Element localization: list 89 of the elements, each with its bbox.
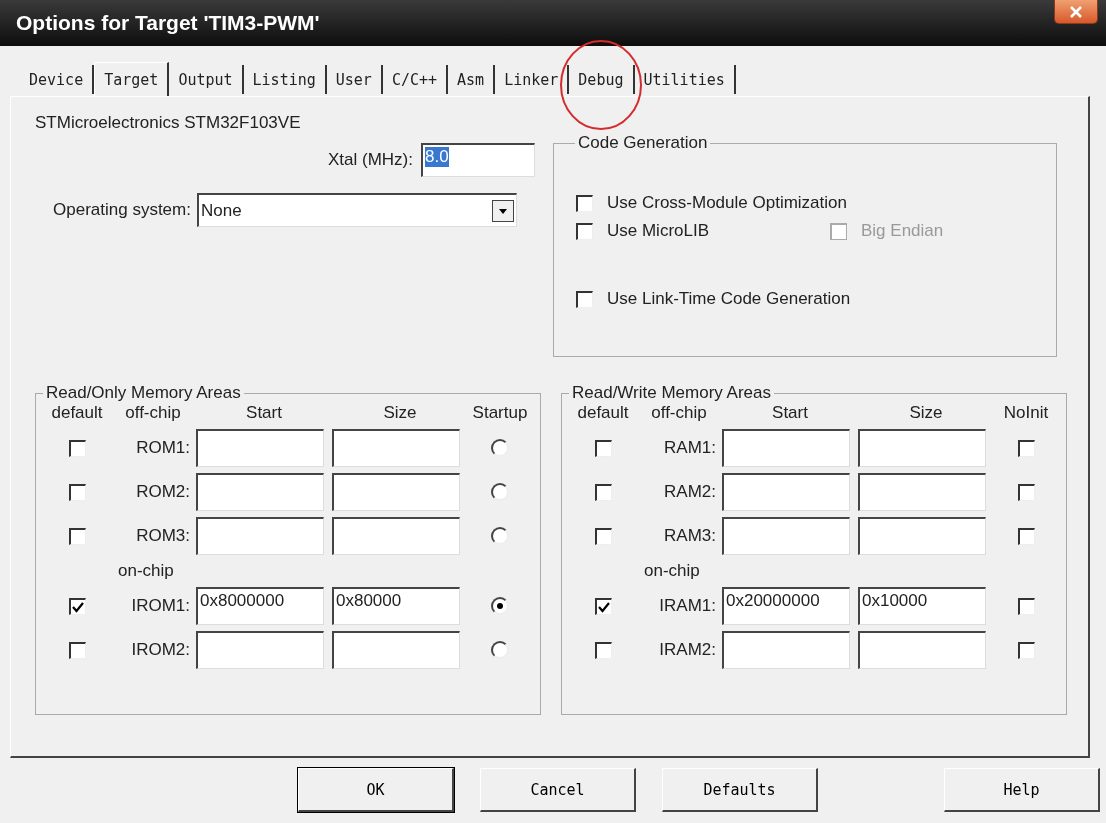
size-field[interactable] <box>858 429 986 467</box>
column-header: Startup <box>471 403 529 423</box>
section-label: on-chip <box>117 561 175 581</box>
checkbox[interactable] <box>594 641 612 659</box>
group-title: Read/Only Memory Areas <box>45 383 242 403</box>
tab[interactable]: Utilities <box>634 65 736 94</box>
radio-button[interactable] <box>491 439 509 457</box>
checkbox[interactable]: Use Cross-Module Optimization <box>576 193 847 213</box>
area-label: ROM1: <box>135 438 191 458</box>
xtal-field[interactable]: 8.0 <box>421 143 535 177</box>
checkbox[interactable] <box>1017 641 1035 659</box>
area-label: RAM1: <box>663 438 717 458</box>
start-field[interactable]: 0x8000000 <box>196 587 324 625</box>
checkbox[interactable] <box>594 527 612 545</box>
column-header: Start <box>245 403 283 423</box>
size-field[interactable] <box>858 473 986 511</box>
dropdown-icon <box>491 199 514 222</box>
tab[interactable]: Linker <box>495 65 570 94</box>
checkbox[interactable]: Use MicroLIB <box>576 221 830 241</box>
area-label: ROM3: <box>135 526 191 546</box>
area-label: IROM1: <box>130 596 191 616</box>
tab[interactable]: Output <box>169 65 244 94</box>
tab[interactable]: User <box>326 65 383 94</box>
start-field[interactable]: 0x20000000 <box>722 587 850 625</box>
area-label: IRAM2: <box>658 640 717 660</box>
start-field[interactable] <box>722 517 850 555</box>
checkbox[interactable] <box>594 439 612 457</box>
column-header: Size <box>908 403 944 423</box>
column-header: NoInit <box>1002 403 1050 423</box>
radio-button[interactable] <box>491 527 509 545</box>
size-field[interactable] <box>332 473 460 511</box>
tab[interactable]: C/C++ <box>382 65 449 94</box>
dialog-button[interactable]: Defaults <box>662 768 818 812</box>
close-icon <box>1068 5 1084 18</box>
area-label: ROM2: <box>135 482 191 502</box>
size-field[interactable] <box>858 631 986 669</box>
checkbox[interactable] <box>68 483 86 501</box>
start-field[interactable] <box>196 473 324 511</box>
tab[interactable]: Target <box>94 62 170 96</box>
device-name: STMicroelectronics STM32F103VE <box>35 113 302 133</box>
start-field[interactable] <box>722 631 850 669</box>
checkbox[interactable] <box>594 597 612 615</box>
checkbox[interactable]: Use Link-Time Code Generation <box>576 289 851 309</box>
xtal-label: Xtal (MHz): <box>328 150 413 170</box>
size-field[interactable]: 0x80000 <box>332 587 460 625</box>
start-field[interactable] <box>722 473 850 511</box>
tab[interactable]: Asm <box>448 65 496 94</box>
area-label: IROM2: <box>130 640 191 660</box>
area-label: RAM3: <box>663 526 717 546</box>
checkbox[interactable] <box>1017 597 1035 615</box>
radio-button[interactable] <box>491 597 509 615</box>
checkbox[interactable] <box>1017 439 1035 457</box>
column-header: off-chip <box>124 403 182 423</box>
window-title: Options for Target 'TIM3-PWM' <box>16 11 320 35</box>
close-button[interactable] <box>1054 0 1098 24</box>
dialog-button[interactable]: Help <box>944 768 1100 812</box>
area-label: RAM2: <box>663 482 717 502</box>
radio-button[interactable] <box>491 483 509 501</box>
checkbox[interactable] <box>68 439 86 457</box>
start-field[interactable] <box>722 429 850 467</box>
size-field[interactable] <box>332 631 460 669</box>
checkbox[interactable] <box>1017 483 1035 501</box>
size-field[interactable]: 0x10000 <box>858 587 986 625</box>
area-label: IRAM1: <box>658 596 717 616</box>
size-field[interactable] <box>332 429 460 467</box>
group-title: Code Generation <box>577 133 709 153</box>
os-dropdown[interactable]: None <box>196 193 517 227</box>
column-header: Start <box>771 403 809 423</box>
checkbox[interactable] <box>68 597 86 615</box>
radio-button[interactable] <box>491 641 509 659</box>
checkbox[interactable] <box>594 483 612 501</box>
start-field[interactable] <box>196 429 324 467</box>
section-label: on-chip <box>643 561 701 581</box>
tab[interactable]: Listing <box>243 65 327 94</box>
os-label: Operating system: <box>53 200 191 220</box>
checkbox[interactable] <box>68 527 86 545</box>
column-header: default <box>576 403 630 423</box>
start-field[interactable] <box>196 631 324 669</box>
column-header: off-chip <box>650 403 708 423</box>
dialog-button[interactable]: Cancel <box>480 768 636 812</box>
column-header: default <box>50 403 104 423</box>
size-field[interactable] <box>332 517 460 555</box>
checkbox[interactable] <box>68 641 86 659</box>
column-header: Size <box>382 403 418 423</box>
start-field[interactable] <box>196 517 324 555</box>
checkbox[interactable] <box>1017 527 1035 545</box>
dialog-button[interactable]: OK <box>298 768 454 812</box>
group-title: Read/Write Memory Areas <box>571 383 773 403</box>
size-field[interactable] <box>858 517 986 555</box>
